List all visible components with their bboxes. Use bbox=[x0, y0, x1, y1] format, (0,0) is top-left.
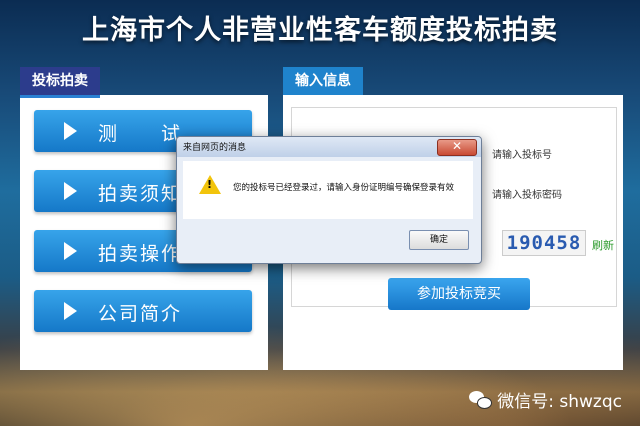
refresh-captcha-link[interactable]: 刷新 bbox=[592, 237, 614, 253]
menu-item-label: 拍卖操作 bbox=[98, 243, 183, 265]
menu-item-label: 拍卖须知 bbox=[98, 183, 183, 205]
bid-password-hint: 请输入投标密码 bbox=[492, 190, 562, 201]
dialog-titlebar[interactable]: 来自网页的消息 ✕ bbox=[177, 137, 481, 157]
ok-button[interactable]: 确定 bbox=[409, 230, 469, 250]
menu-item-label: 公司简介 bbox=[98, 303, 183, 325]
dialog-message: 您的投标号已经登录过，请输入身份证明编号确保登录有效 bbox=[233, 183, 455, 193]
wechat-icon bbox=[469, 390, 493, 409]
play-arrow-icon bbox=[64, 242, 77, 260]
play-arrow-icon bbox=[64, 302, 77, 320]
play-arrow-icon bbox=[64, 182, 77, 200]
bid-number-hint: 请输入投标号 bbox=[492, 150, 552, 161]
join-bid-button[interactable]: 参加投标竞买 bbox=[388, 278, 530, 310]
tab-input-info[interactable]: 输入信息 bbox=[283, 67, 363, 95]
alert-dialog: 来自网页的消息 ✕ ! 您的投标号已经登录过，请输入身份证明编号确保登录有效 确… bbox=[176, 136, 482, 264]
captcha-image: 190458 bbox=[502, 230, 586, 256]
wechat-watermark: 微信号: shwzqc bbox=[469, 387, 622, 412]
captcha-text: 190458 bbox=[506, 232, 582, 254]
menu-item-company-profile[interactable]: 公司简介 bbox=[34, 290, 252, 332]
dialog-body: ! 您的投标号已经登录过，请输入身份证明编号确保登录有效 bbox=[183, 161, 473, 219]
warning-exclamation: ! bbox=[207, 178, 213, 191]
close-icon: ✕ bbox=[451, 139, 463, 153]
page-title: 上海市个人非营业性客车额度投标拍卖 bbox=[82, 15, 558, 46]
play-arrow-icon bbox=[64, 122, 77, 140]
dialog-close-button[interactable]: ✕ bbox=[437, 139, 477, 156]
menu-item-label: 测 试 bbox=[98, 123, 183, 145]
dialog-title: 来自网页的消息 bbox=[183, 143, 247, 153]
tab-bid-auction[interactable]: 投标拍卖 bbox=[20, 67, 100, 98]
watermark-text: 微信号: shwzqc bbox=[497, 392, 622, 412]
